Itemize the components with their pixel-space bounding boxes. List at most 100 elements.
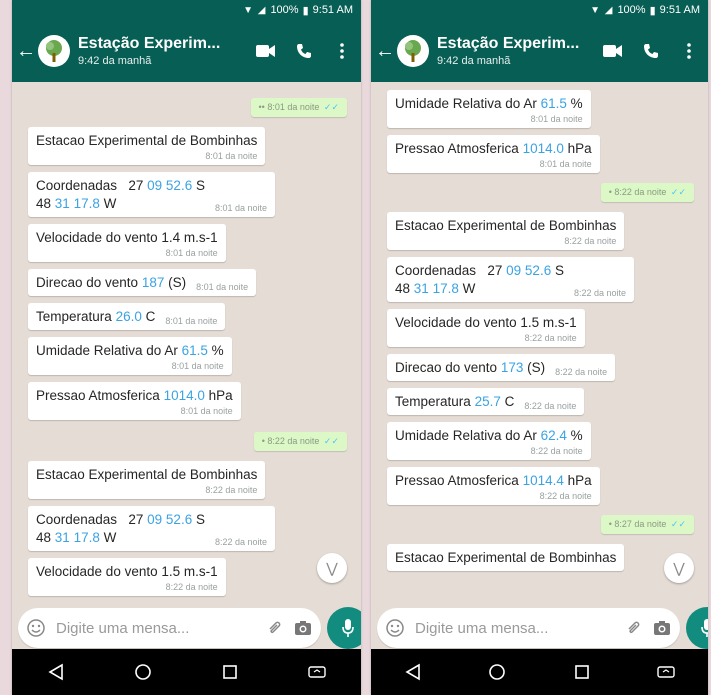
lon-min: 31 — [413, 281, 429, 296]
message-input[interactable] — [54, 618, 257, 638]
nav-rotate-icon[interactable] — [297, 652, 337, 692]
lat-deg: 27 — [128, 178, 144, 193]
scroll-down-icon[interactable]: ⋁ — [664, 553, 694, 583]
message-input[interactable] — [413, 618, 616, 638]
nav-home-icon[interactable] — [477, 652, 517, 692]
message-temperature[interactable]: Temperatura 25.7 C 8:22 da noite — [387, 388, 585, 415]
phone-icon[interactable] — [632, 43, 670, 59]
avatar[interactable] — [397, 35, 429, 67]
message-text: Estacao Experimental de Bombinhas — [395, 550, 617, 565]
back-arrow-icon[interactable]: ← — [14, 40, 38, 63]
message-temperature[interactable]: Temperatura 26.0 C 8:01 da noite — [28, 303, 226, 330]
attach-icon[interactable] — [624, 618, 644, 638]
message-humidity[interactable]: Umidade Relativa do Ar 61.5 % 8:01 da no… — [387, 90, 591, 128]
lat-dir: S — [554, 263, 564, 278]
chat-header: ← Estação Experim... 9:42 da manhã — [371, 20, 708, 82]
message-wind-speed[interactable]: Velocidade do vento 1.5 m.s-1 8:22 da no… — [28, 558, 226, 596]
pressure-unit: hPa — [567, 141, 592, 156]
temp-value: 25.7 — [474, 394, 501, 409]
nav-back-icon[interactable] — [393, 652, 433, 692]
message-wind-direction[interactable]: Direcao do vento 173 (S) 8:22 da noite — [387, 354, 616, 381]
message-time: 8:22 da noite — [573, 288, 627, 298]
message-wind-direction[interactable]: Direcao do vento 187 (S) 8:01 da noite — [28, 269, 257, 296]
message-station[interactable]: Estacao Experimental de Bombinhas 8:01 d… — [28, 127, 266, 165]
lon-deg: 48 — [395, 281, 411, 296]
humidity-label: Umidade Relativa do Ar — [36, 343, 178, 358]
outgoing-message[interactable]: • 8:22 da noite ✓✓ — [253, 432, 347, 451]
message-time: 8:01 da noite — [196, 282, 249, 292]
message-pressure[interactable]: Pressao Atmosferica 1014.0 hPa 8:01 da n… — [387, 135, 600, 173]
message-text: Velocidade do vento 1.5 m.s-1 — [395, 315, 577, 330]
message-text: Umidade Relativa do Ar 61.5 % — [395, 95, 583, 113]
mic-button[interactable] — [686, 607, 708, 649]
emoji-icon[interactable] — [26, 618, 46, 638]
status-bar: ▼ ◢ 100% ▮ 9:51 AM — [371, 0, 708, 20]
lat-sec: 52.6 — [165, 178, 193, 193]
message-pressure[interactable]: Pressao Atmosferica 1014.0 hPa 8:01 da n… — [28, 382, 241, 420]
message-station[interactable]: Estacao Experimental de Bombinhas 8:22 d… — [28, 461, 266, 499]
message-input-box[interactable] — [18, 608, 321, 648]
outgoing-message[interactable]: • 8:27 da noite ✓✓ — [600, 515, 694, 534]
message-humidity[interactable]: Umidade Relativa do Ar 61.5 % 8:01 da no… — [28, 337, 232, 375]
outgoing-message[interactable]: •• 8:01 da noite ✓✓ — [250, 98, 347, 117]
message-text: Direcao do vento 187 (S) — [36, 274, 186, 292]
message-list[interactable]: •• 8:01 da noite ✓✓ Estacao Experimental… — [12, 82, 361, 620]
video-call-icon[interactable] — [247, 44, 285, 58]
humidity-unit: % — [211, 343, 224, 358]
scroll-down-icon[interactable]: ⋁ — [317, 553, 347, 583]
attach-icon[interactable] — [265, 618, 285, 638]
nav-recents-icon[interactable] — [562, 652, 602, 692]
message-station[interactable]: Estacao Experimental de Bombinhas — [387, 544, 625, 571]
message-coordinates[interactable]: Coordenadas 27 09 52.6 S 48 31 17.8 W 8:… — [28, 172, 276, 217]
nav-home-icon[interactable] — [123, 652, 163, 692]
nav-recents-icon[interactable] — [210, 652, 250, 692]
phone-icon[interactable] — [285, 43, 323, 59]
lon-sec: 17.8 — [73, 196, 100, 211]
chat-title-box[interactable]: Estação Experim... 9:42 da manhã — [78, 35, 247, 67]
back-arrow-icon[interactable]: ← — [373, 40, 397, 63]
message-input-box[interactable] — [377, 608, 680, 648]
message-pressure[interactable]: Pressao Atmosferica 1014.4 hPa 8:22 da n… — [387, 467, 600, 505]
more-vert-icon[interactable] — [323, 43, 361, 59]
message-text: Velocidade do vento 1.4 m.s-1 — [36, 230, 218, 245]
video-call-icon[interactable] — [594, 44, 632, 58]
camera-icon[interactable] — [293, 618, 313, 638]
double-check-icon: ✓✓ — [321, 102, 339, 112]
avatar[interactable] — [38, 35, 70, 67]
nav-rotate-icon[interactable] — [646, 652, 686, 692]
message-coordinates[interactable]: Coordenadas 27 09 52.6 S 48 31 17.8 W 8:… — [387, 257, 635, 302]
mic-icon — [701, 619, 708, 637]
lat-deg: 27 — [487, 263, 503, 278]
lon-dir: W — [103, 530, 117, 545]
message-coordinates[interactable]: Coordenadas 27 09 52.6 S 48 31 17.8 W 8:… — [28, 506, 276, 551]
message-time: 8:22 da noite — [165, 582, 218, 592]
message-time: 8:22 da noite — [614, 187, 667, 197]
message-time: 8:01 da noite — [165, 316, 218, 326]
outgoing-message[interactable]: • 8:22 da noite ✓✓ — [600, 183, 694, 202]
lat-min: 09 — [147, 512, 163, 527]
message-wind-speed[interactable]: Velocidade do vento 1.4 m.s-1 8:01 da no… — [28, 224, 226, 262]
wind-dir-value: 173 — [500, 360, 524, 375]
pressure-label: Pressao Atmosferica — [395, 473, 519, 488]
more-vert-icon[interactable] — [670, 43, 708, 59]
message-text: Velocidade do vento 1.5 m.s-1 — [36, 564, 218, 579]
camera-icon[interactable] — [652, 618, 672, 638]
message-wind-speed[interactable]: Velocidade do vento 1.5 m.s-1 8:22 da no… — [387, 309, 585, 347]
message-text: Pressao Atmosferica 1014.0 hPa — [395, 140, 592, 158]
mic-button[interactable] — [327, 607, 361, 649]
emoji-icon[interactable] — [385, 618, 405, 638]
battery-level: 100% — [617, 4, 646, 16]
message-station[interactable]: Estacao Experimental de Bombinhas 8:22 d… — [387, 212, 625, 250]
temp-unit: C — [145, 309, 156, 324]
message-list[interactable]: Umidade Relativa do Ar 61.5 % 8:01 da no… — [371, 82, 708, 612]
humidity-value: 61.5 — [540, 96, 567, 111]
message-time: 8:22 da noite — [205, 485, 258, 495]
pressure-value: 1014.4 — [522, 473, 564, 488]
lon-sec: 17.8 — [73, 530, 100, 545]
lat-deg: 27 — [128, 512, 144, 527]
chat-title-box[interactable]: Estação Experim... 9:42 da manhã — [437, 35, 594, 67]
message-text: Umidade Relativa do Ar 62.4 % — [395, 427, 583, 445]
nav-back-icon[interactable] — [36, 652, 76, 692]
temp-label: Temperatura — [36, 309, 112, 324]
message-humidity[interactable]: Umidade Relativa do Ar 62.4 % 8:22 da no… — [387, 422, 591, 460]
